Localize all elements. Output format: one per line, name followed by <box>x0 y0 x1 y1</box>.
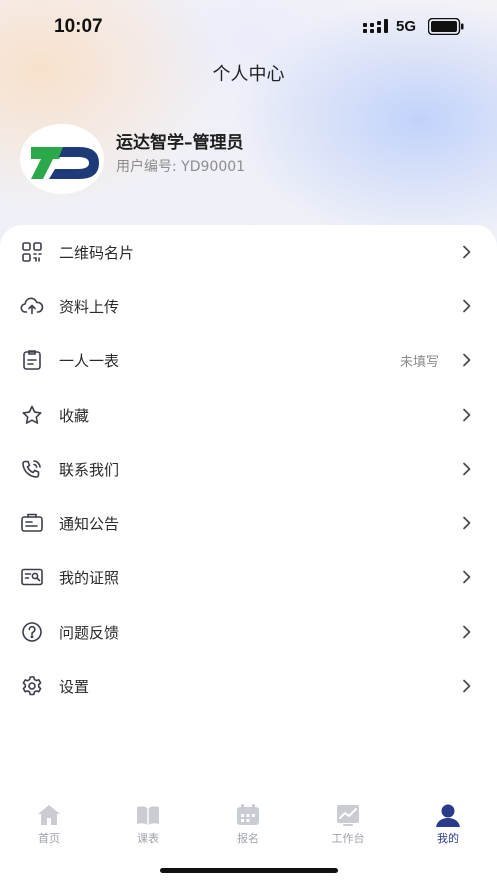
notice-icon <box>20 511 44 535</box>
chevron-right-icon <box>461 625 471 639</box>
menu-item-label: 通知公告 <box>59 514 120 533</box>
menu-item-upload[interactable]: 资料上传 <box>0 279 497 333</box>
user-icon <box>436 804 460 827</box>
avatar[interactable] <box>20 124 104 194</box>
tab-label: 课表 <box>137 832 159 845</box>
star-icon <box>20 403 44 427</box>
page-title: 个人中心 <box>212 64 285 85</box>
question-icon <box>20 620 44 644</box>
signal-icon <box>363 19 388 33</box>
gear-icon <box>20 674 44 698</box>
chevron-right-icon <box>461 299 471 313</box>
menu-item-settings[interactable]: 设置 <box>0 659 497 713</box>
chevron-right-icon <box>461 516 471 530</box>
clipboard-icon <box>20 348 44 372</box>
menu-item-favorites[interactable]: 收藏 <box>0 388 497 442</box>
tab-schedule[interactable]: 课表 <box>108 803 188 849</box>
chart-icon <box>337 805 359 826</box>
menu-item-form[interactable]: 一人一表 未填写 <box>0 333 497 387</box>
menu-item-label: 我的证照 <box>59 568 120 587</box>
menu-item-label: 资料上传 <box>59 297 120 316</box>
menu-item-status: 未填写 <box>399 354 439 370</box>
tab-enroll[interactable]: 报名 <box>208 803 288 849</box>
chevron-right-icon <box>461 462 471 476</box>
user-name: 运达智学–管理员 <box>116 133 244 153</box>
menu-item-label: 一人一表 <box>59 351 120 370</box>
qrcode-icon <box>20 240 44 264</box>
chevron-right-icon <box>461 408 471 422</box>
tab-label: 我的 <box>437 832 459 845</box>
menu-item-label: 联系我们 <box>59 460 120 479</box>
menu-item-contact[interactable]: 联系我们 <box>0 442 497 496</box>
menu-item-label: 二维码名片 <box>59 243 135 262</box>
menu-item-label: 设置 <box>59 677 90 696</box>
chevron-right-icon <box>461 570 471 584</box>
battery-icon <box>428 18 464 35</box>
chevron-right-icon <box>461 353 471 367</box>
tab-label: 工作台 <box>331 832 365 845</box>
status-bar: 10:07 5G <box>0 0 497 54</box>
menu-item-feedback[interactable]: 问题反馈 <box>0 605 497 659</box>
tab-workbench[interactable]: 工作台 <box>308 803 388 849</box>
phone-icon <box>20 457 44 481</box>
tab-label: 首页 <box>38 832 60 845</box>
menu-item-qrcode[interactable]: 二维码名片 <box>0 225 497 279</box>
home-icon <box>38 805 60 825</box>
user-id: 用户编号: YD90001 <box>116 159 246 175</box>
logo-icon <box>31 147 99 179</box>
menu-item-label: 收藏 <box>59 406 90 425</box>
menu-card: 二维码名片 资料上传 一人一表 未填写 收藏 联系我们 通知公告 我的证照 问题… <box>0 225 497 795</box>
cloud-upload-icon <box>20 294 44 318</box>
tab-mine[interactable]: 我的 <box>408 803 488 849</box>
profile-header[interactable]: 运达智学–管理员 用户编号: YD90001 <box>20 124 480 199</box>
chevron-right-icon <box>461 245 471 259</box>
network-label: 5G <box>396 18 417 35</box>
tab-label: 报名 <box>237 832 259 845</box>
menu-item-notice[interactable]: 通知公告 <box>0 496 497 550</box>
id-card-icon <box>20 565 44 589</box>
menu-item-label: 问题反馈 <box>59 623 120 642</box>
home-indicator <box>160 868 338 873</box>
status-time: 10:07 <box>54 16 103 37</box>
menu-item-certificates[interactable]: 我的证照 <box>0 550 497 604</box>
chevron-right-icon <box>461 679 471 693</box>
tab-home[interactable]: 首页 <box>9 803 89 849</box>
calendar-icon <box>237 804 259 825</box>
book-icon <box>137 806 159 825</box>
